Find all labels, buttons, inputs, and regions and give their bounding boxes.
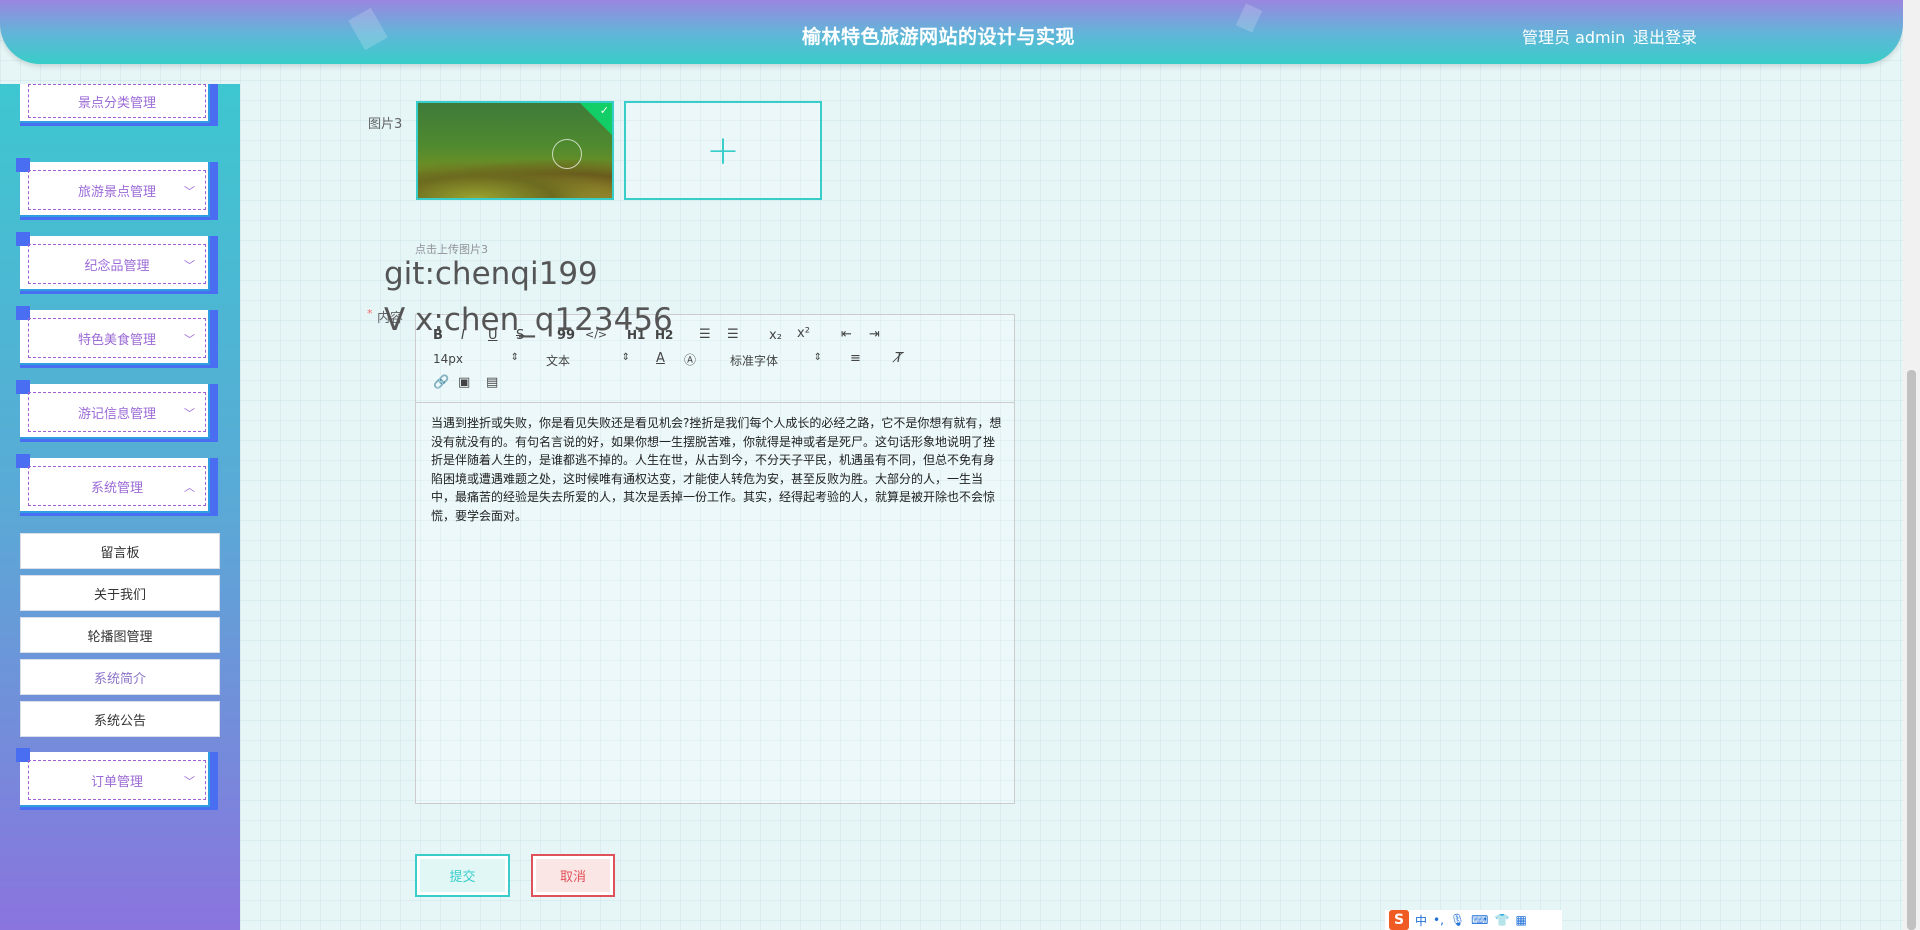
menu-group-frame: 旅游景点管理 ﹀: [28, 170, 206, 210]
watermark-wechat: V x:chen_q123456: [384, 302, 673, 338]
font-size-select[interactable]: 14px ⇕: [433, 352, 519, 368]
page-scrollbar[interactable]: [1903, 0, 1920, 930]
sidebar-item-guestbook[interactable]: 留言板: [20, 533, 220, 569]
bullet-list-icon[interactable]: ☰: [727, 327, 739, 342]
punctuation-icon[interactable]: •,: [1433, 913, 1444, 927]
uploaded-image-thumbnail[interactable]: ✓: [416, 101, 614, 200]
plus-icon: +: [706, 127, 740, 174]
menu-group-label: 纪念品管理: [84, 258, 150, 274]
menu-group-frame: 景点分类管理: [28, 84, 206, 118]
ime-mode[interactable]: 中: [1415, 912, 1427, 929]
font-family-value: 标准字体: [730, 354, 779, 368]
top-header: 榆林特色旅游网站的设计与实现 管理员 admin 退出登录: [0, 0, 1903, 64]
menu-group-attraction-category[interactable]: 景点分类管理: [20, 84, 218, 126]
menu-group-frame: 游记信息管理 ﹀: [28, 392, 206, 432]
menu-group-label: 旅游景点管理: [77, 184, 156, 200]
rich-text-editor[interactable]: B I U S 99 </> H1 H2 ☰ ☰ x₂ x² ⇤ ⇥ 14px …: [415, 314, 1015, 804]
sidebar: 景点分类管理 旅游景点管理 ﹀ 纪念品管理 ﹀ 特色美食管理 ﹀ 游记信息管理 …: [0, 84, 240, 930]
link-icon[interactable]: 🔗: [433, 375, 449, 390]
menu-group-local-food[interactable]: 特色美食管理 ﹀: [16, 306, 218, 368]
image3-label: 图片3: [368, 117, 403, 132]
ordered-list-icon[interactable]: ☰: [699, 327, 711, 342]
site-title: 榆林特色旅游网站的设计与实现: [802, 26, 1076, 48]
menu-group-frame: 订单管理 ﹀: [28, 760, 206, 800]
ime-logo[interactable]: S: [1389, 910, 1409, 930]
outdent-icon[interactable]: ⇤: [841, 327, 852, 342]
menu-group-label: 订单管理: [90, 774, 143, 790]
menu-group-label: 系统管理: [90, 480, 143, 496]
watermark-git: git:chenqi199: [384, 256, 598, 292]
menu-group-travelogues[interactable]: 游记信息管理 ﹀: [16, 380, 218, 442]
chevron-down-icon: ﹀: [184, 185, 195, 198]
menu-group-label: 景点分类管理: [77, 95, 156, 111]
menu-group-label: 游记信息管理: [77, 406, 156, 422]
image-content: [418, 160, 612, 198]
check-icon: ✓: [599, 104, 609, 117]
clear-format-icon[interactable]: T̸: [895, 351, 903, 366]
toolbox-icon[interactable]: ▦: [1515, 913, 1526, 927]
select-arrow-icon: ⇕: [510, 352, 519, 363]
text-type-value: 文本: [546, 354, 571, 368]
indent-icon[interactable]: ⇥: [869, 327, 880, 342]
font-color-icon[interactable]: A: [656, 351, 665, 366]
select-arrow-icon: ⇕: [621, 352, 630, 363]
menu-group-frame: 系统管理 ︿: [28, 466, 206, 506]
sidebar-item-announcement[interactable]: 系统公告: [20, 701, 220, 737]
chevron-down-icon: ﹀: [184, 407, 195, 420]
chevron-down-icon: ﹀: [184, 259, 195, 272]
chevron-down-icon: ﹀: [184, 775, 195, 788]
video-icon[interactable]: ▤: [486, 375, 498, 390]
chevron-down-icon: ﹀: [184, 333, 195, 346]
current-user: 管理员 admin: [1522, 28, 1626, 47]
superscript-button[interactable]: x²: [797, 326, 810, 341]
microphone-icon[interactable]: 🎙: [1450, 913, 1465, 927]
upload-add-button[interactable]: +: [624, 101, 822, 200]
decorative-shape: [348, 7, 388, 51]
sidebar-item-about-us[interactable]: 关于我们: [20, 575, 220, 611]
subscript-button[interactable]: x₂: [769, 328, 782, 343]
menu-group-frame: 特色美食管理 ﹀: [28, 318, 206, 358]
font-family-select[interactable]: 标准字体 ⇕: [730, 352, 822, 368]
menu-group-label: 特色美食管理: [77, 332, 156, 348]
editor-content[interactable]: 当遇到挫折或失败，你是看见失败还是看见机会?挫折是我们每个人成长的必经之路，它不…: [431, 414, 1006, 525]
sidebar-item-system-intro[interactable]: 系统简介: [20, 659, 220, 695]
background-color-icon[interactable]: Ⓐ: [684, 351, 696, 368]
menu-group-orders[interactable]: 订单管理 ﹀: [16, 748, 218, 810]
chevron-up-icon: ︿: [184, 481, 195, 494]
text-type-select[interactable]: 文本 ⇕: [546, 352, 630, 368]
upload-tip: 点击上传图片3: [415, 243, 488, 256]
font-size-value: 14px: [433, 352, 463, 366]
menu-group-system[interactable]: 系统管理 ︿: [16, 454, 218, 516]
decorative-shape: [1235, 3, 1263, 33]
logout-link[interactable]: 退出登录: [1633, 24, 1697, 48]
menu-group-frame: 纪念品管理 ﹀: [28, 244, 206, 284]
sidebar-item-carousel[interactable]: 轮播图管理: [20, 617, 220, 653]
required-mark: *: [367, 307, 373, 320]
select-arrow-icon: ⇕: [813, 352, 822, 363]
ime-toolbar: S 中 •, 🎙 ⌨ 👕 ▦: [1385, 910, 1562, 930]
skin-icon[interactable]: 👕: [1494, 913, 1509, 927]
align-left-icon[interactable]: ≡: [850, 351, 861, 366]
cancel-button[interactable]: 取消: [531, 854, 615, 897]
submit-button[interactable]: 提交: [415, 854, 510, 897]
image-icon[interactable]: ▣: [458, 375, 470, 390]
scrollbar-thumb[interactable]: [1907, 370, 1916, 930]
menu-group-souvenirs[interactable]: 纪念品管理 ﹀: [16, 232, 218, 294]
keyboard-icon[interactable]: ⌨: [1471, 913, 1488, 927]
image-content: [552, 139, 582, 169]
menu-group-tourist-spots[interactable]: 旅游景点管理 ﹀: [16, 158, 218, 220]
